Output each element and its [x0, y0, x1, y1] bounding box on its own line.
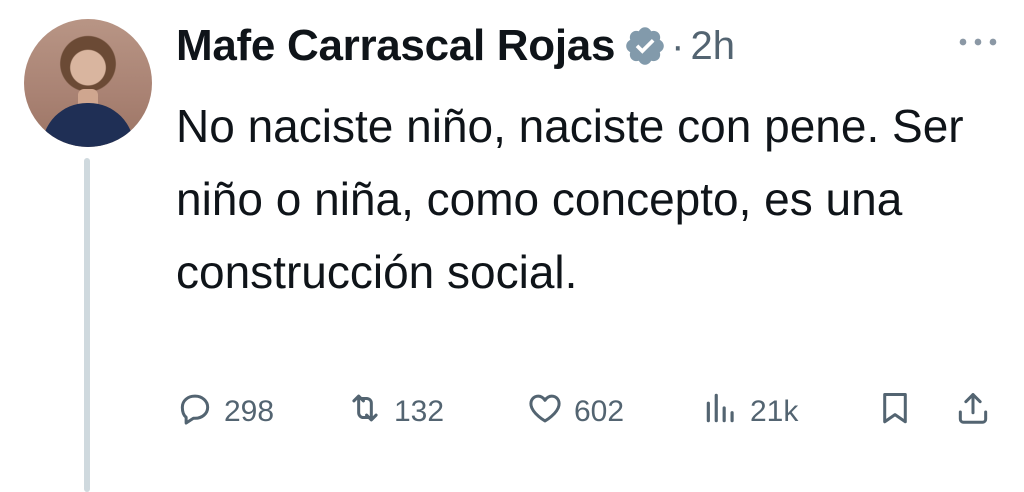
share-button[interactable] — [954, 384, 992, 440]
tweet-timestamp[interactable]: 2h — [690, 24, 735, 69]
thread-connector-line — [84, 158, 90, 492]
verified-badge-icon[interactable] — [623, 24, 667, 68]
reply-button[interactable]: 298 — [176, 384, 274, 440]
more-options-icon[interactable] — [954, 28, 1002, 56]
tweet-text: No naciste niño, naciste con pene. Ser n… — [176, 100, 964, 298]
analytics-icon — [702, 389, 740, 435]
retweet-button[interactable]: 132 — [346, 384, 444, 440]
bookmark-icon — [876, 389, 914, 435]
share-icon — [954, 389, 992, 435]
bookmark-button[interactable] — [876, 384, 914, 440]
author-display-name[interactable]: Mafe Carrascal Rojas — [176, 21, 615, 71]
avatar-shoulders — [42, 103, 134, 147]
author-avatar[interactable] — [24, 19, 152, 147]
tweet-header: Mafe Carrascal Rojas · 2h — [176, 18, 735, 74]
like-button[interactable]: 602 — [526, 384, 624, 440]
reply-icon — [176, 389, 214, 435]
heart-icon — [526, 389, 564, 435]
reply-count: 298 — [224, 395, 275, 428]
views-count: 21k — [750, 395, 799, 428]
header-separator: · — [671, 23, 685, 68]
tweet-actions-bar: 298 132 602 21k — [170, 384, 1010, 440]
retweet-icon — [346, 389, 384, 435]
retweet-count: 132 — [394, 395, 445, 428]
views-button[interactable]: 21k — [702, 384, 798, 440]
like-count: 602 — [574, 395, 625, 428]
